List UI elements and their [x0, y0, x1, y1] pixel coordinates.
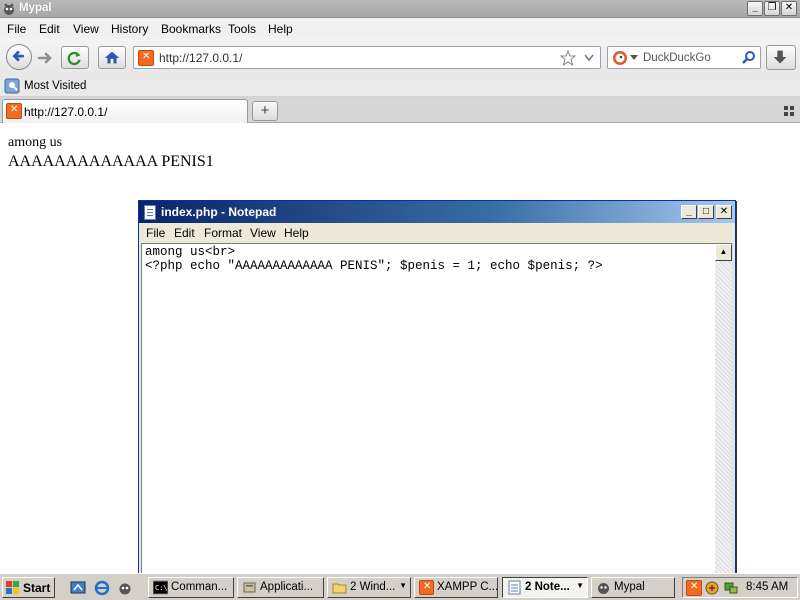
notepad-vertical-scrollbar[interactable]: ▲: [715, 244, 732, 574]
url-bar[interactable]: http://127.0.0.1/: [133, 46, 601, 69]
notepad-menu-bar: File Edit Format View Help: [139, 223, 735, 243]
menu-history[interactable]: History: [111, 22, 148, 36]
menu-view[interactable]: View: [73, 22, 99, 36]
window-title: Mypal: [19, 2, 52, 14]
downloads-button[interactable]: [766, 45, 796, 70]
tab-local-page[interactable]: http://127.0.0.1/: [2, 99, 248, 123]
duckduckgo-icon[interactable]: [612, 50, 628, 66]
mypal-app-icon: [4, 3, 14, 15]
minimize-button[interactable]: _: [747, 1, 763, 16]
xampp-favicon-icon: [6, 103, 22, 119]
home-icon: [104, 51, 120, 64]
windows-taskbar: Start C:\ Comman... Applicati... 2 Wind.…: [0, 573, 800, 600]
notepad-icon: [144, 205, 156, 220]
menu-bookmarks[interactable]: Bookmarks: [161, 22, 221, 36]
chevron-down-icon[interactable]: [584, 54, 594, 62]
reload-icon: [67, 51, 81, 66]
task-windows-explorer[interactable]: 2 Wind... ▼: [327, 577, 411, 598]
reload-button[interactable]: [61, 46, 89, 69]
notepad-maximize-button[interactable]: □: [698, 205, 714, 219]
chevron-down-icon: ▼: [576, 581, 584, 590]
bookmarks-toolbar: Most Visited: [0, 75, 800, 97]
tab-label: http://127.0.0.1/: [24, 105, 108, 119]
folder-icon: [332, 583, 347, 594]
notepad-icon: [508, 580, 521, 595]
menu-edit[interactable]: Edit: [39, 22, 60, 36]
browser-title-bar: Mypal _ ❐ ✕: [0, 0, 800, 18]
menu-help[interactable]: Help: [268, 22, 293, 36]
bookmark-label: Most Visited: [24, 80, 87, 92]
chevron-down-icon: ▼: [399, 581, 407, 590]
star-icon[interactable]: [560, 50, 576, 66]
tab-groups-icon[interactable]: [784, 106, 794, 116]
menu-tools[interactable]: Tools: [228, 22, 256, 36]
url-text: http://127.0.0.1/: [159, 51, 243, 65]
notepad-menu-view[interactable]: View: [250, 226, 276, 240]
arrow-left-icon: [12, 51, 25, 62]
tab-strip: http://127.0.0.1/ +: [0, 97, 800, 123]
mypal-quicklaunch-icon[interactable]: [117, 580, 133, 596]
notepad-window[interactable]: index.php - Notepad _ □ ✕ File Edit Form…: [138, 200, 736, 576]
task-command-prompt[interactable]: C:\ Comman...: [148, 577, 234, 598]
mypal-icon: [598, 583, 609, 594]
task-mypal[interactable]: Mypal: [591, 577, 675, 598]
windows-logo-icon: [6, 581, 19, 594]
notepad-line-1: among us<br>: [145, 245, 236, 259]
show-desktop-icon[interactable]: [70, 580, 86, 596]
task-applications[interactable]: Applicati...: [237, 577, 324, 598]
notepad-title-bar[interactable]: index.php - Notepad _ □ ✕: [139, 201, 735, 223]
browser-menu-bar: File Edit View History Bookmarks Tools H…: [0, 18, 800, 39]
svg-text:C:\: C:\: [155, 584, 168, 592]
notepad-menu-file[interactable]: File: [146, 226, 165, 240]
internet-explorer-icon[interactable]: [94, 580, 110, 596]
notepad-text-area[interactable]: among us<br> <?php echo "AAAAAAAAAAAAA P…: [141, 243, 733, 575]
restore-button[interactable]: ❐: [764, 1, 780, 16]
scroll-up-arrow-icon[interactable]: ▲: [715, 244, 732, 261]
forward-button[interactable]: [36, 51, 54, 65]
task-label: Mypal: [614, 581, 645, 593]
search-engine-dropdown-icon[interactable]: [630, 55, 638, 61]
home-button[interactable]: [98, 46, 126, 69]
notepad-title: index.php - Notepad: [161, 205, 277, 219]
start-label: Start: [23, 581, 51, 595]
notepad-minimize-button[interactable]: _: [681, 205, 697, 219]
navigation-toolbar: http://127.0.0.1/ DuckDuckGo: [0, 39, 800, 75]
task-label: Comman...: [171, 581, 228, 593]
page-text-line-2: AAAAAAAAAAAAA PENIS1: [8, 153, 214, 170]
notepad-line-2: <?php echo "AAAAAAAAAAAAA PENIS"; $penis…: [145, 259, 603, 273]
arrow-right-icon: [37, 52, 52, 64]
notepad-menu-format[interactable]: Format: [204, 226, 242, 240]
menu-file[interactable]: File: [7, 22, 26, 36]
search-bar[interactable]: DuckDuckGo: [607, 46, 761, 69]
tray-tool-icon[interactable]: [704, 580, 720, 596]
magnifier-icon[interactable]: [741, 50, 756, 65]
tray-network-icon[interactable]: [723, 580, 739, 596]
notepad-menu-edit[interactable]: Edit: [174, 226, 195, 240]
page-text-line-1: among us: [8, 135, 63, 150]
search-placeholder: DuckDuckGo: [643, 52, 711, 64]
start-button[interactable]: Start: [2, 577, 55, 598]
command-prompt-icon: C:\: [153, 580, 168, 595]
task-label: XAMPP C...: [437, 581, 498, 593]
most-visited-folder-icon: [4, 78, 20, 94]
applications-icon: [243, 582, 256, 593]
clock: 8:45 AM: [746, 581, 789, 593]
xampp-favicon-icon: [138, 50, 154, 66]
new-tab-button[interactable]: +: [252, 101, 278, 121]
system-tray: 8:45 AM: [682, 577, 798, 598]
notepad-close-button[interactable]: ✕: [716, 205, 732, 219]
task-xampp-control[interactable]: XAMPP C...: [414, 577, 498, 598]
notepad-menu-help[interactable]: Help: [284, 226, 309, 240]
task-label: 2 Note...: [525, 581, 570, 593]
task-label: Applicati...: [260, 581, 314, 593]
back-button[interactable]: [6, 44, 32, 70]
xampp-icon: [419, 580, 434, 595]
xampp-tray-icon[interactable]: [686, 580, 702, 596]
plus-icon: +: [260, 102, 270, 119]
download-arrow-icon: [773, 50, 787, 64]
task-notepad[interactable]: 2 Note... ▼: [502, 577, 588, 598]
task-label: 2 Wind...: [350, 581, 396, 593]
close-button[interactable]: ✕: [781, 1, 797, 16]
